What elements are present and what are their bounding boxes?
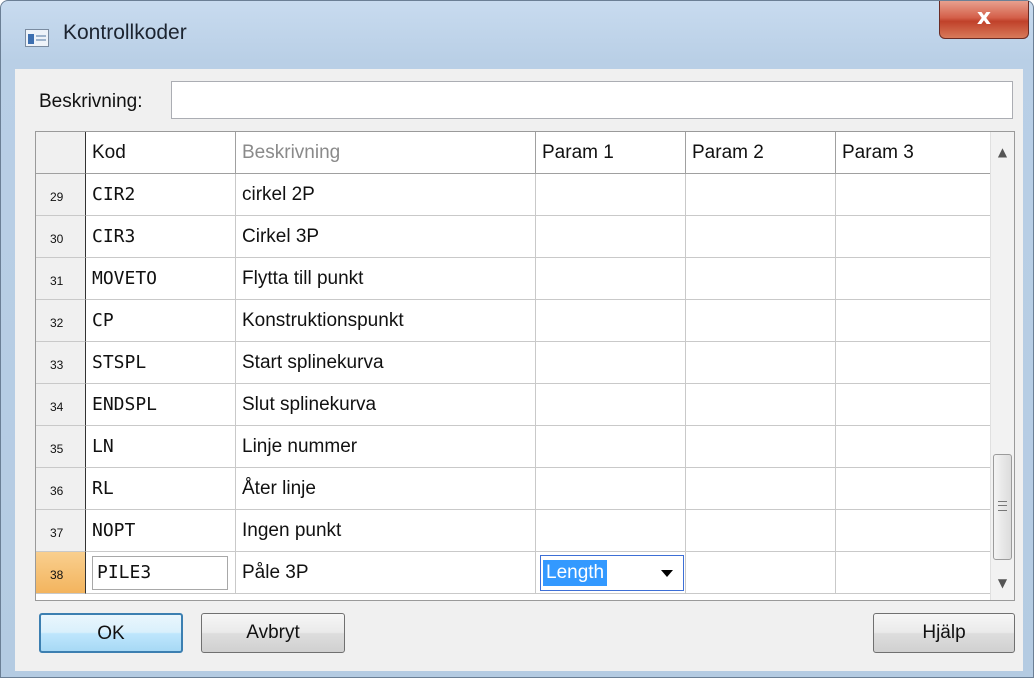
- description-cell[interactable]: Slut splinekurva: [236, 384, 536, 426]
- param-3-cell[interactable]: [836, 552, 992, 594]
- param-2-cell[interactable]: [686, 342, 836, 384]
- code-cell[interactable]: NOPT: [86, 510, 236, 552]
- vertical-scrollbar[interactable]: ▲ ▼: [990, 132, 1014, 600]
- dialog-window: Kontrollkoder x Beskrivning: Kod Beskriv…: [0, 0, 1034, 678]
- param-1-cell[interactable]: [536, 468, 686, 510]
- row-number[interactable]: 34: [36, 384, 86, 426]
- description-cell[interactable]: Påle 3P: [236, 552, 536, 594]
- column-header-beskrivning[interactable]: Beskrivning: [236, 132, 536, 174]
- row-number[interactable]: 30: [36, 216, 86, 258]
- param-2-cell[interactable]: [686, 216, 836, 258]
- title-bar[interactable]: Kontrollkoder x: [1, 1, 1033, 71]
- description-cell[interactable]: Åter linje: [236, 468, 536, 510]
- param-2-cell[interactable]: [686, 552, 836, 594]
- code-cell[interactable]: RL: [86, 468, 236, 510]
- help-button[interactable]: Hjälp: [873, 613, 1015, 653]
- row-number[interactable]: 35: [36, 426, 86, 468]
- table-row[interactable]: 35 LN Linje nummer: [36, 426, 992, 468]
- row-number[interactable]: 31: [36, 258, 86, 300]
- param-3-cell[interactable]: [836, 216, 992, 258]
- table-row[interactable]: 33 STSPL Start splinekurva: [36, 342, 992, 384]
- table-row[interactable]: 31 MOVETO Flytta till punkt: [36, 258, 992, 300]
- ok-button[interactable]: OK: [39, 613, 183, 653]
- description-cell[interactable]: Ingen punkt: [236, 510, 536, 552]
- window-title: Kontrollkoder: [63, 21, 187, 44]
- table-row[interactable]: 36 RL Åter linje: [36, 468, 992, 510]
- column-header-param-1[interactable]: Param 1: [536, 132, 686, 174]
- dialog-body: Beskrivning: Kod Beskrivning Param 1 Par…: [15, 69, 1023, 671]
- param-3-cell[interactable]: [836, 258, 992, 300]
- chevron-down-icon[interactable]: [661, 570, 673, 577]
- param-3-cell[interactable]: [836, 300, 992, 342]
- param-2-cell[interactable]: [686, 510, 836, 552]
- param-1-cell[interactable]: [536, 216, 686, 258]
- param-1-cell[interactable]: [536, 300, 686, 342]
- param-3-cell[interactable]: [836, 510, 992, 552]
- row-number[interactable]: 29: [36, 174, 86, 216]
- control-codes-grid: Kod Beskrivning Param 1 Param 2 Param 3 …: [35, 131, 1015, 601]
- param-3-cell[interactable]: [836, 426, 992, 468]
- param-1-cell[interactable]: Length: [536, 552, 686, 594]
- param-2-cell[interactable]: [686, 258, 836, 300]
- param-1-cell[interactable]: [536, 426, 686, 468]
- param-3-cell[interactable]: [836, 342, 992, 384]
- app-icon: [25, 29, 49, 47]
- code-cell[interactable]: ENDSPL: [86, 384, 236, 426]
- param-3-cell[interactable]: [836, 468, 992, 510]
- row-number[interactable]: 32: [36, 300, 86, 342]
- scrollbar-thumb[interactable]: [993, 454, 1012, 560]
- param-2-cell[interactable]: [686, 468, 836, 510]
- code-cell[interactable]: CIR3: [86, 216, 236, 258]
- row-number[interactable]: 33: [36, 342, 86, 384]
- row-number-active[interactable]: 38: [36, 552, 86, 594]
- grip-icon: [998, 501, 1007, 511]
- param-3-cell[interactable]: [836, 384, 992, 426]
- table-row[interactable]: 37 NOPT Ingen punkt: [36, 510, 992, 552]
- code-cell[interactable]: LN: [86, 426, 236, 468]
- param-1-cell[interactable]: [536, 384, 686, 426]
- column-header-param-3[interactable]: Param 3: [836, 132, 992, 174]
- description-cell[interactable]: Konstruktionspunkt: [236, 300, 536, 342]
- param-2-cell[interactable]: [686, 384, 836, 426]
- description-cell[interactable]: Start splinekurva: [236, 342, 536, 384]
- column-header-kod[interactable]: Kod: [86, 132, 236, 174]
- param-1-dropdown[interactable]: Length: [540, 555, 684, 591]
- param-2-cell[interactable]: [686, 300, 836, 342]
- param-1-cell[interactable]: [536, 258, 686, 300]
- row-number[interactable]: 36: [36, 468, 86, 510]
- code-cell[interactable]: CIR2: [86, 174, 236, 216]
- code-cell[interactable]: MOVETO: [86, 258, 236, 300]
- param-2-cell[interactable]: [686, 174, 836, 216]
- description-input[interactable]: [171, 81, 1013, 119]
- code-cell-editing[interactable]: PILE3: [86, 552, 236, 594]
- table-row[interactable]: 34 ENDSPL Slut splinekurva: [36, 384, 992, 426]
- active-table-row[interactable]: 38 PILE3 Påle 3P Length: [36, 552, 992, 594]
- param-1-cell[interactable]: [536, 510, 686, 552]
- description-cell[interactable]: Cirkel 3P: [236, 216, 536, 258]
- code-edit-input[interactable]: PILE3: [92, 556, 228, 590]
- param-1-selected-value: Length: [543, 560, 608, 586]
- cancel-button[interactable]: Avbryt: [201, 613, 345, 653]
- param-1-cell[interactable]: [536, 342, 686, 384]
- grid-corner-header[interactable]: [36, 132, 86, 174]
- close-button[interactable]: x: [939, 1, 1029, 39]
- description-cell[interactable]: Flytta till punkt: [236, 258, 536, 300]
- scroll-down-arrow-icon[interactable]: ▼: [991, 566, 1014, 600]
- table-row[interactable]: 30 CIR3 Cirkel 3P: [36, 216, 992, 258]
- row-number[interactable]: 37: [36, 510, 86, 552]
- description-cell[interactable]: cirkel 2P: [236, 174, 536, 216]
- param-1-cell[interactable]: [536, 174, 686, 216]
- scroll-up-arrow-icon[interactable]: ▲: [991, 132, 1014, 172]
- description-label: Beskrivning:: [39, 91, 143, 112]
- param-2-cell[interactable]: [686, 426, 836, 468]
- description-cell[interactable]: Linje nummer: [236, 426, 536, 468]
- code-cell[interactable]: STSPL: [86, 342, 236, 384]
- table-row[interactable]: 32 CP Konstruktionspunkt: [36, 300, 992, 342]
- code-cell[interactable]: CP: [86, 300, 236, 342]
- column-header-param-2[interactable]: Param 2: [686, 132, 836, 174]
- table-row[interactable]: 29 CIR2 cirkel 2P: [36, 174, 992, 216]
- param-3-cell[interactable]: [836, 174, 992, 216]
